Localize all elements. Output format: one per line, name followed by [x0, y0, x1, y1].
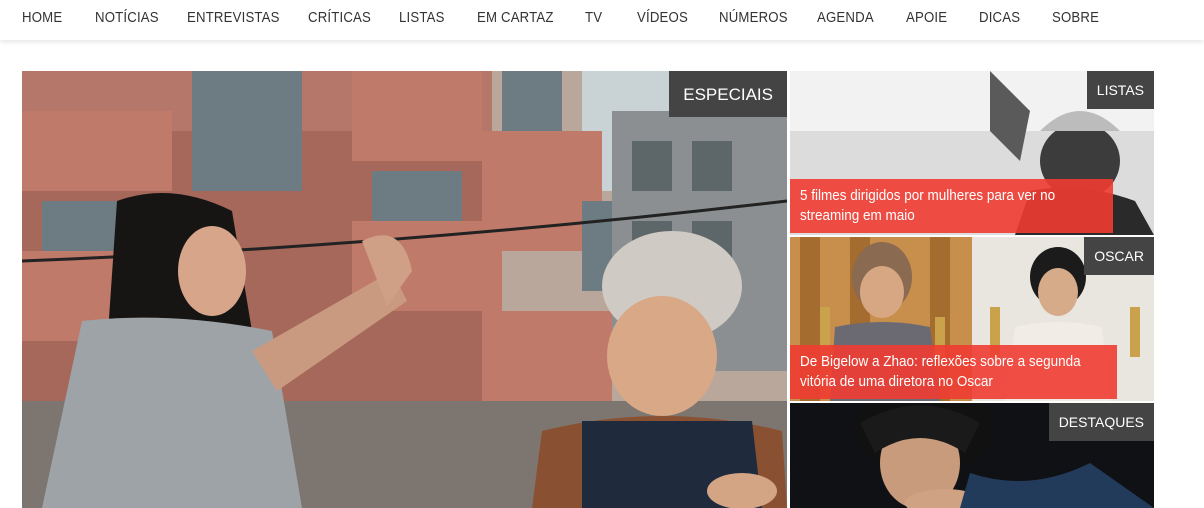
nav-item-criticas[interactable]: CRÍTICAS [308, 0, 371, 36]
nav-item-em-cartaz[interactable]: EM CARTAZ [477, 0, 554, 36]
nav-item-sobre[interactable]: SOBRE [1052, 0, 1099, 36]
top-navigation: HOME NOTÍCIAS ENTREVISTAS CRÍTICAS LISTA… [0, 0, 1204, 40]
nav-item-tv[interactable]: TV [585, 0, 602, 36]
nav-item-home[interactable]: HOME [22, 0, 62, 36]
nav-item-entrevistas[interactable]: ENTREVISTAS [187, 0, 280, 36]
story-title[interactable]: De Bigelow a Zhao: reflexões sobre a seg… [790, 345, 1117, 399]
nav-item-listas[interactable]: LISTAS [399, 0, 445, 36]
nav-item-numeros[interactable]: NÚMEROS [719, 0, 788, 36]
category-tag[interactable]: ESPECIAIS [669, 71, 787, 117]
featured-main-card[interactable]: ESPECIAIS [22, 71, 787, 508]
side-story-card[interactable]: DESTAQUES [790, 403, 1154, 508]
side-story-card[interactable]: LISTAS 5 filmes dirigidos por mulheres p… [790, 71, 1154, 235]
nav-item-dicas[interactable]: DICAS [979, 0, 1020, 36]
nav-item-apoie[interactable]: APOIE [906, 0, 947, 36]
category-tag[interactable]: OSCAR [1084, 237, 1154, 275]
featured-main-image [22, 71, 787, 508]
category-tag[interactable]: LISTAS [1086, 71, 1154, 109]
story-title[interactable]: 5 filmes dirigidos por mulheres para ver… [790, 179, 1113, 233]
side-story-card[interactable]: OSCAR De Bigelow a Zhao: reflexões sobre… [790, 237, 1154, 401]
nav-item-agenda[interactable]: AGENDA [817, 0, 874, 36]
nav-item-noticias[interactable]: NOTÍCIAS [95, 0, 159, 36]
category-tag[interactable]: DESTAQUES [1048, 403, 1154, 441]
nav-item-videos[interactable]: VÍDEOS [637, 0, 688, 36]
